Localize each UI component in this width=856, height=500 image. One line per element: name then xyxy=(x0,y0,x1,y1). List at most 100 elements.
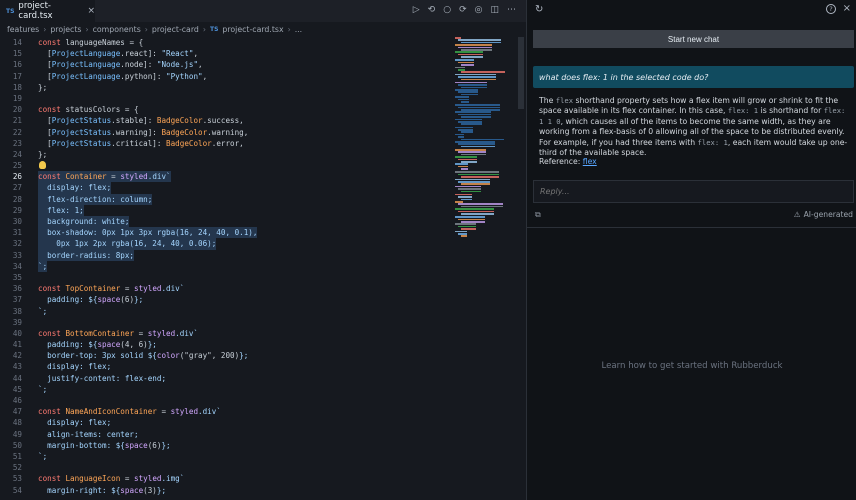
line-number: 53 xyxy=(12,474,22,484)
minimap-line xyxy=(455,111,491,113)
code-line[interactable]: 48 display: flex; xyxy=(0,417,450,428)
lightbulb-icon[interactable] xyxy=(39,161,46,170)
code-line[interactable]: 37 padding: ${space(6)}; xyxy=(0,294,450,305)
reference-link[interactable]: flex xyxy=(583,157,597,166)
code-line[interactable]: 50 margin-bottom: ${space(6)}; xyxy=(0,440,450,451)
code-line[interactable]: 42 border-top: 3px solid ${color("gray",… xyxy=(0,350,450,361)
code-line[interactable]: 39 xyxy=(0,317,450,328)
code-line[interactable]: 23 [ProjectStatus.critical]: BadgeColor.… xyxy=(0,138,450,149)
code-lines[interactable]: 14 const languageNames = {15 [ProjectLang… xyxy=(0,37,450,496)
run-icon[interactable]: ▷ xyxy=(413,4,420,17)
breadcrumb-project-card[interactable]: project-card xyxy=(152,25,199,34)
code-line[interactable]: 46 xyxy=(0,395,450,406)
code-line[interactable]: 40 const BottomContainer = styled.div` xyxy=(0,328,450,339)
rubberduck-panel: ↻ ? × Start new chat what does flex: 1 i… xyxy=(526,0,856,500)
code-line[interactable]: 22 [ProjectStatus.warning]: BadgeColor.w… xyxy=(0,127,450,138)
code-line[interactable]: 15 [ProjectLanguage.react]: "React", xyxy=(0,48,450,59)
code-text: box-shadow: 0px 1px 3px rgba(16, 24, 40,… xyxy=(38,227,258,239)
minimap-line xyxy=(455,59,474,61)
learn-link[interactable]: Learn how to get started with Rubberduck xyxy=(527,361,856,371)
copy-icon[interactable]: ⧉ xyxy=(535,210,541,220)
extension-icon[interactable]: ◎ xyxy=(475,4,483,17)
code-line[interactable]: 24}; xyxy=(0,149,450,160)
breadcrumb-projects[interactable]: projects xyxy=(50,25,81,34)
minimap-line xyxy=(455,163,468,165)
minimap-line xyxy=(458,151,486,153)
code-line[interactable]: 26 const Container = styled.div` xyxy=(0,171,450,183)
code-line[interactable]: 35 xyxy=(0,272,450,283)
breadcrumb-components[interactable]: components xyxy=(93,25,141,34)
code-line[interactable]: 41 padding: ${space(4, 6)}; xyxy=(0,339,450,350)
code-line[interactable]: 30 background: white; xyxy=(0,216,450,228)
line-number: 27 xyxy=(12,183,22,193)
code-line[interactable]: 25 xyxy=(0,160,450,171)
minimap-line xyxy=(461,101,469,103)
minimap-line xyxy=(458,61,474,64)
code-line[interactable]: 28 flex-direction: column; xyxy=(0,193,450,205)
split-editor-icon[interactable]: ◫ xyxy=(490,4,499,17)
code-line[interactable]: 32 0px 1px 2px rgba(16, 24, 40, 0.06); xyxy=(0,238,450,250)
tab-project-card[interactable]: TS project-card.tsx × xyxy=(0,0,95,22)
code-line[interactable]: 17 [ProjectLanguage.python]: "Python", xyxy=(0,71,450,82)
breadcrumb-features[interactable]: features xyxy=(7,25,39,34)
code-line[interactable]: 31 box-shadow: 0px 1px 3px rgba(16, 24, … xyxy=(0,227,450,239)
go-forward-icon[interactable]: ⟳ xyxy=(459,4,467,17)
code-line[interactable]: 45 `; xyxy=(0,384,450,395)
breadcrumb-file[interactable]: project-card.tsx xyxy=(222,25,283,34)
line-number: 16 xyxy=(12,60,22,70)
code-editor[interactable]: TS project-card.tsx × ▷ ⟲ ○ ⟳ ◎ ◫ ⋯ feat… xyxy=(0,0,526,500)
minimap-line xyxy=(455,149,486,151)
minimap-line xyxy=(455,133,464,136)
code-text: [ProjectLanguage.python]: "Python", xyxy=(38,71,208,81)
code-line[interactable]: 51 `; xyxy=(0,451,450,462)
code-line[interactable]: 33 border-radius: 8px; xyxy=(0,249,450,261)
code-line[interactable]: 27 display: flex; xyxy=(0,182,450,194)
more-actions-icon[interactable]: ⋯ xyxy=(507,4,516,17)
code-line[interactable]: 43 display: flex; xyxy=(0,361,450,372)
minimap-line xyxy=(455,185,481,188)
code-line[interactable]: 53 const LanguageIcon = styled.img` xyxy=(0,473,450,484)
code-text: margin-right: ${space(3)}; xyxy=(38,485,167,495)
start-new-chat-button[interactable]: Start new chat xyxy=(533,30,854,48)
minimap-line xyxy=(458,76,496,78)
code-line[interactable]: 52 xyxy=(0,462,450,473)
go-back-icon[interactable]: ⟲ xyxy=(428,4,436,17)
minimap[interactable] xyxy=(455,37,517,497)
close-tab-icon[interactable]: × xyxy=(87,6,95,16)
code-text: }; xyxy=(38,82,48,92)
code-line[interactable]: 18}; xyxy=(0,82,450,93)
code-line[interactable]: 21 [ProjectStatus.stable]: BadgeColor.su… xyxy=(0,115,450,126)
code-text: `; xyxy=(38,384,48,394)
line-number: 37 xyxy=(12,295,22,305)
minimap-line xyxy=(455,230,467,233)
minimap-line xyxy=(458,233,467,235)
line-number: 44 xyxy=(12,373,22,383)
line-number: 42 xyxy=(12,351,22,361)
code-line[interactable]: 19 xyxy=(0,93,450,104)
code-line[interactable]: 44 justify-content: flex-end; xyxy=(0,373,450,384)
code-line[interactable]: 14 const languageNames = { xyxy=(0,37,450,48)
reply-input[interactable] xyxy=(533,180,854,203)
code-line[interactable]: 29 flex: 1; xyxy=(0,204,450,217)
line-number: 49 xyxy=(12,429,22,439)
code-text: align-items: center; xyxy=(38,429,139,439)
minimap-line xyxy=(458,188,481,190)
code-line[interactable]: 36 const TopContainer = styled.div` xyxy=(0,283,450,294)
close-panel-icon[interactable]: × xyxy=(843,3,851,14)
code-line[interactable]: 47 const NameAndIconContainer = styled.di… xyxy=(0,406,450,417)
code-text: [ProjectLanguage.react]: "React", xyxy=(38,49,199,59)
minimap-line xyxy=(458,225,476,228)
help-icon[interactable]: ? xyxy=(826,4,836,14)
breadcrumb-symbol[interactable]: ... xyxy=(295,25,302,34)
code-text: display: flex; xyxy=(38,362,112,372)
line-number: 31 xyxy=(12,228,22,238)
code-line[interactable]: 34 `; xyxy=(0,260,450,272)
code-line[interactable]: 16 [ProjectLanguage.node]: "Node.js", xyxy=(0,59,450,70)
code-line[interactable]: 49 align-items: center; xyxy=(0,429,450,440)
circle-icon[interactable]: ○ xyxy=(443,4,451,17)
code-line[interactable]: 20 const statusColors = { xyxy=(0,104,450,115)
code-text: [ProjectStatus.stable]: BadgeColor.succe… xyxy=(38,116,244,126)
code-line[interactable]: 54 margin-right: ${space(3)}; xyxy=(0,485,450,496)
scrollbar[interactable] xyxy=(518,37,524,109)
code-line[interactable]: 38 `; xyxy=(0,306,450,317)
